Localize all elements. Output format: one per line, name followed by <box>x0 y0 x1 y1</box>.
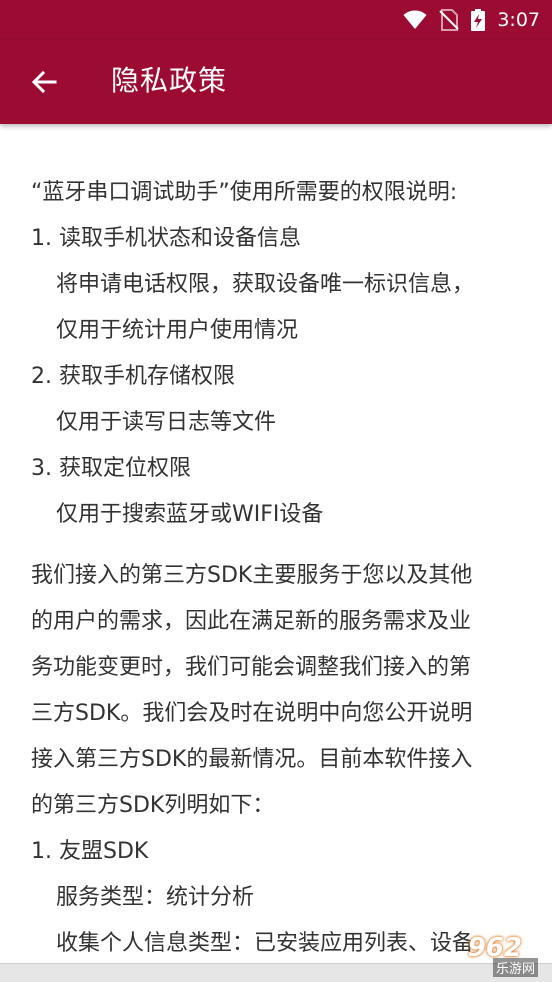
no-sim-icon <box>439 9 460 31</box>
status-bar: 3:07 <box>0 0 552 40</box>
sdk-paragraph-line: 的用户的需求，因此在满足新的服务需求及业 <box>31 609 472 634</box>
status-time: 3:07 <box>497 9 540 31</box>
permission-desc: 仅用于统计用户使用情况 <box>56 318 299 343</box>
permission-desc: 仅用于搜索蓝牙或WIFI设备 <box>56 502 324 527</box>
policy-content: “蓝牙串口调试助手”使用所需要的权限说明: 1. 读取手机状态和设备信息 将申请… <box>31 170 531 967</box>
app-bar: 隐私政策 <box>0 40 552 124</box>
sdk-paragraph-line: 的第三方SDK列明如下： <box>31 793 275 818</box>
permission-title: 1. 读取手机状态和设备信息 <box>31 226 301 251</box>
back-button[interactable] <box>20 58 68 106</box>
arrow-left-icon <box>31 70 57 94</box>
sdk-paragraph-line: 我们接入的第三方SDK主要服务于您以及其他 <box>31 563 473 588</box>
battery-charging-icon <box>471 9 486 31</box>
sdk-service-type: 服务类型：统计分析 <box>56 885 255 910</box>
watermark-logo: 962 乐游网 <box>396 931 546 977</box>
permission-title: 3. 获取定位权限 <box>31 456 191 481</box>
status-icons: 3:07 <box>403 0 540 40</box>
sdk-title: 1. 友盟SDK <box>31 839 149 864</box>
permission-title: 2. 获取手机存储权限 <box>31 364 235 389</box>
sdk-paragraph-line: 务功能变更时，我们可能会调整我们接入的第 <box>31 655 472 680</box>
watermark-subtext: 乐游网 <box>492 958 538 977</box>
wifi-icon <box>403 10 427 29</box>
page-title: 隐私政策 <box>111 64 228 97</box>
permission-desc: 仅用于读写日志等文件 <box>56 410 277 435</box>
intro-text: “蓝牙串口调试助手”使用所需要的权限说明: <box>31 180 458 205</box>
sdk-paragraph-line: 接入第三方SDK的最新情况。目前本软件接入 <box>31 747 473 772</box>
sdk-paragraph-line: 三方SDK。我们会及时在说明中向您公开说明 <box>31 701 473 726</box>
permission-desc: 将申请电话权限，获取设备唯一标识信息， <box>56 272 475 297</box>
